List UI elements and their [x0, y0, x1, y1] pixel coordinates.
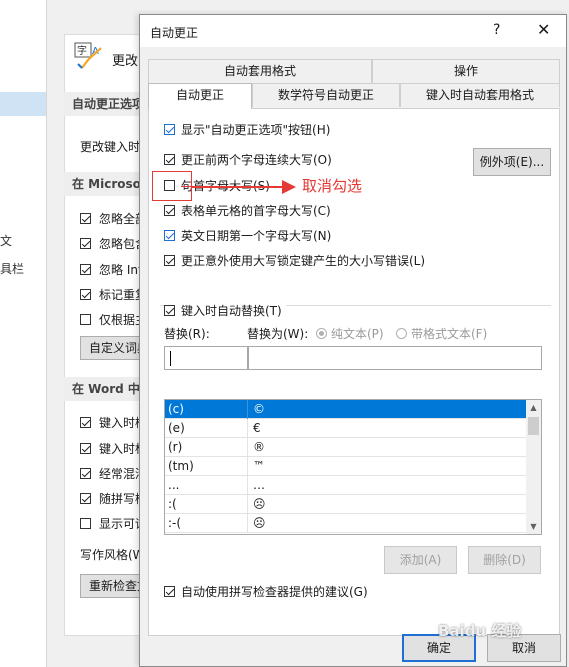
checkbox[interactable]: [80, 442, 91, 454]
close-icon[interactable]: ✕: [537, 20, 550, 39]
list-item[interactable]: (e) €: [165, 419, 527, 438]
watermark: Baidu 经验: [438, 622, 522, 640]
tab-autoformat-as-you-type[interactable]: 键入时自动套用格式: [400, 83, 560, 107]
dialog-title: 自动更正: [150, 26, 199, 40]
help-icon[interactable]: ?: [493, 22, 500, 38]
spell-option-row[interactable]: 忽略全部: [80, 210, 147, 226]
word-option-row[interactable]: 显示可读: [80, 515, 147, 531]
scroll-up-icon[interactable]: ▲: [526, 400, 541, 415]
options-nav-selected-item[interactable]: [0, 92, 46, 116]
list-item[interactable]: :-(☹: [165, 514, 527, 533]
checkbox[interactable]: [80, 237, 91, 249]
list-item[interactable]: (r) ®: [165, 438, 527, 457]
writing-style-label: 写作风格(W: [80, 548, 145, 562]
option-spelling-suggestions[interactable]: 自动使用拼写检查器提供的建议(G): [164, 583, 368, 599]
checkbox[interactable]: [164, 254, 175, 266]
replace-label: 替换(R):: [164, 327, 210, 341]
checkbox[interactable]: [80, 467, 91, 479]
option-correct-two-initial-capitals[interactable]: 更正前两个字母连续大写(O): [164, 151, 332, 167]
checkbox[interactable]: [164, 204, 175, 216]
spell-option-row[interactable]: 仅根据主: [80, 311, 147, 327]
checkbox[interactable]: [80, 416, 91, 428]
dialog-titlebar: 自动更正 ? ✕: [140, 15, 566, 47]
spell-option-row[interactable]: 忽略包含: [80, 235, 147, 251]
word-option-row[interactable]: 键入时标: [80, 440, 147, 456]
options-nav-partial-item[interactable]: 具栏: [0, 260, 24, 277]
tab-autoformat[interactable]: 自动套用格式: [148, 59, 372, 83]
checkbox[interactable]: [80, 313, 91, 325]
abc-check-icon: 字 A: [74, 42, 102, 69]
radio-formatted-text[interactable]: 带格式文本(F): [396, 325, 487, 342]
options-nav-partial-item[interactable]: 文: [0, 232, 12, 249]
checkbox[interactable]: [80, 212, 91, 224]
replace-input[interactable]: [164, 346, 248, 370]
add-button[interactable]: 添加(A): [384, 546, 457, 574]
svg-text:字: 字: [77, 44, 87, 57]
checkbox[interactable]: [80, 263, 91, 275]
spell-option-row[interactable]: 忽略 Int: [80, 261, 143, 277]
delete-button[interactable]: 删除(D): [468, 546, 541, 574]
replacement-list[interactable]: (c) © (e) € (r) ® (tm) ™ ...… :(☹ :-(☹ ▲ ▼: [164, 399, 542, 535]
radio-plain-text[interactable]: 纯文本(P): [316, 325, 384, 342]
radio-icon[interactable]: [316, 328, 327, 339]
checkbox[interactable]: [164, 123, 175, 135]
list-item[interactable]: ...…: [165, 476, 527, 495]
checkbox[interactable]: [80, 492, 91, 504]
tab-actions[interactable]: 操作: [372, 59, 560, 83]
checkbox[interactable]: [164, 153, 175, 165]
tab-row-back: 自动套用格式 操作: [148, 59, 560, 83]
word-option-row[interactable]: 随拼写检: [80, 490, 147, 506]
list-item[interactable]: (tm) ™: [165, 457, 527, 476]
option-show-autocorrect-buttons[interactable]: 显示"自动更正选项"按钮(H): [164, 121, 330, 137]
word-option-row[interactable]: 键入时检: [80, 414, 147, 430]
radio-icon[interactable]: [396, 328, 407, 339]
with-label: 替换为(W):: [247, 327, 309, 341]
scroll-down-icon[interactable]: ▼: [526, 519, 541, 534]
checkbox[interactable]: [164, 585, 175, 597]
checkbox[interactable]: [164, 304, 175, 316]
list-item[interactable]: (c) ©: [165, 400, 527, 419]
tab-row-front: 自动更正 数学符号自动更正 键入时自动套用格式: [148, 83, 560, 109]
checkbox[interactable]: [80, 517, 91, 529]
list-item[interactable]: :(☹: [165, 495, 527, 514]
annotation-text: 取消勾选: [302, 177, 363, 195]
option-capitalize-day-names[interactable]: 英文日期第一个字母大写(N): [164, 227, 331, 243]
options-nav-pane: 文 具栏: [0, 0, 47, 667]
autocorrect-description: 更改键入时: [80, 140, 141, 154]
option-capitalize-table-cells[interactable]: 表格单元格的首字母大写(C): [164, 202, 331, 218]
option-replace-as-you-type[interactable]: 键入时自动替换(T): [164, 302, 286, 318]
checkbox[interactable]: [164, 229, 175, 241]
options-header-title: 更改: [112, 54, 139, 69]
checkbox[interactable]: [80, 288, 91, 300]
exceptions-button[interactable]: 例外项(E)...: [473, 148, 551, 176]
option-correct-caps-lock[interactable]: 更正意外使用大写锁定键产生的大小写错误(L): [164, 252, 425, 268]
spell-option-row[interactable]: 标记重复: [80, 286, 147, 302]
tab-autocorrect[interactable]: 自动更正: [148, 83, 252, 109]
with-input[interactable]: [248, 346, 542, 370]
text-caret: [170, 351, 171, 366]
annotation-highlight-box: [152, 171, 192, 201]
list-scrollbar[interactable]: ▲ ▼: [526, 400, 541, 534]
word-option-row[interactable]: 经常混淆: [80, 465, 147, 481]
annotation-arrow-icon: [192, 180, 296, 194]
tab-math-autocorrect[interactable]: 数学符号自动更正: [252, 83, 400, 107]
scroll-thumb[interactable]: [528, 417, 539, 435]
